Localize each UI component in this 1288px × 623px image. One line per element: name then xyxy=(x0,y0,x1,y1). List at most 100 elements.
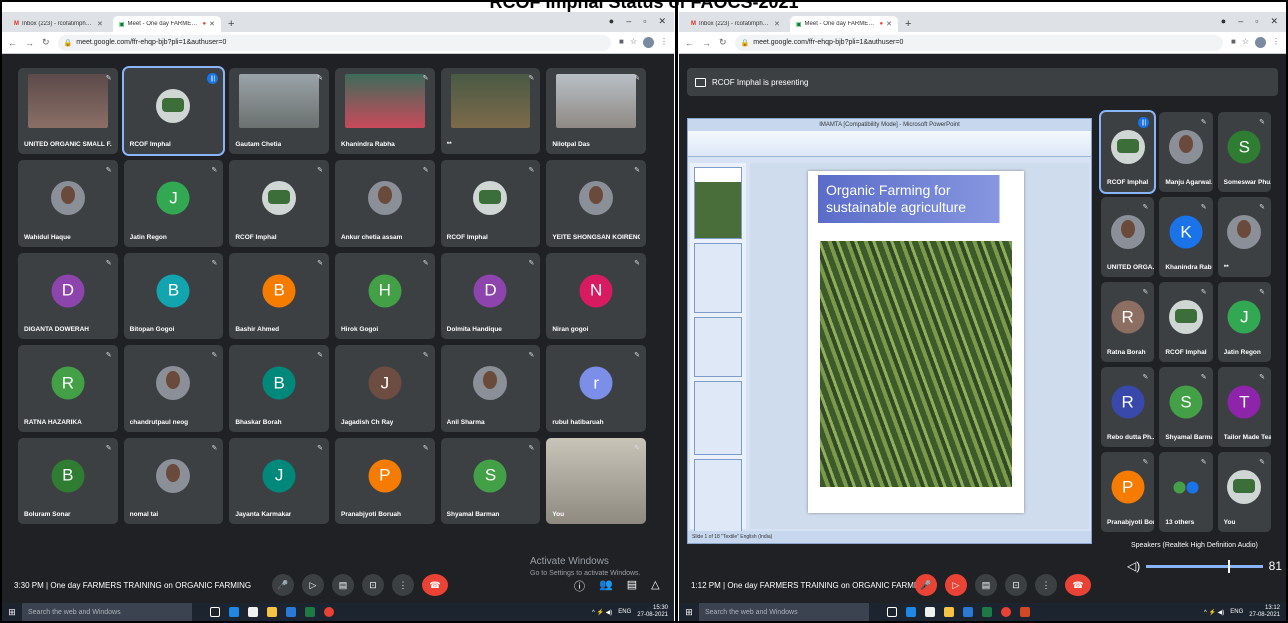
people-icon[interactable]: 👥 xyxy=(599,578,613,594)
participant-tile[interactable]: ✎ UNITED ORGANIC SMALL F... xyxy=(18,68,118,155)
participant-tile[interactable]: J ✎ Jatin Regon xyxy=(1217,282,1271,362)
participant-tile[interactable]: S ✎ Shyamal Barman xyxy=(1159,367,1213,447)
camera-button[interactable]: ▷ xyxy=(302,574,324,596)
participant-tile[interactable]: ✎ You xyxy=(546,437,646,524)
participant-tile[interactable]: ✎ RCOF Imphal xyxy=(229,160,329,247)
captions-button[interactable]: ▤ xyxy=(332,574,354,596)
maximize-icon[interactable]: ▫ xyxy=(1255,16,1258,27)
participant-tile[interactable]: ✎ ** xyxy=(440,68,541,155)
participant-tile[interactable]: ✎ Ankur chetia assam xyxy=(334,160,435,247)
participant-tile[interactable]: ||| RCOF Imphal xyxy=(1098,110,1157,194)
participant-tile[interactable]: B ✎ Boluram Sonar xyxy=(18,437,118,524)
participant-tile[interactable]: r ✎ rubul hatibaruah xyxy=(546,345,646,432)
participant-tile[interactable]: D ✎ Dolmita Handique xyxy=(440,252,541,340)
url-field[interactable]: 🔒 meet.google.com/ffr-ehqp-bjb?pli=1&auth… xyxy=(734,34,1223,51)
participant-tile[interactable]: ✎ Anil Sharma xyxy=(440,345,541,432)
mail-icon[interactable] xyxy=(963,607,973,617)
participant-tile[interactable]: S ✎ Someswar Phu... xyxy=(1217,112,1271,192)
reload-icon[interactable]: ↻ xyxy=(719,37,727,48)
store-icon[interactable] xyxy=(925,607,935,617)
participant-tile[interactable]: D ✎ DIGANTA DOWERAH xyxy=(18,252,118,340)
close-window-icon[interactable]: ✕ xyxy=(658,16,666,27)
avatar[interactable] xyxy=(1255,37,1266,48)
windows-start-icon[interactable]: ⊞ xyxy=(679,607,699,618)
clock[interactable]: 15:30 27-08-2021 xyxy=(637,605,668,619)
url-field[interactable]: 🔒 meet.google.com/ffr-ehqp-bjb?pli=1&auth… xyxy=(57,34,611,51)
back-icon[interactable]: ← xyxy=(685,38,694,48)
present-button[interactable]: ⊡ xyxy=(362,574,384,596)
maximize-icon[interactable]: ▫ xyxy=(643,16,646,27)
more-button[interactable]: ⋮ xyxy=(1035,574,1057,596)
participant-tile[interactable]: N ✎ Niran gogoi xyxy=(546,252,646,340)
participant-tile[interactable]: B ✎ Bashir Ahmed xyxy=(229,252,329,340)
participant-tile[interactable]: ✎ YEITE SHONGSAN KOIRENG xyxy=(546,160,646,247)
chrome-icon[interactable] xyxy=(324,607,334,617)
volume-slider[interactable] xyxy=(1146,559,1263,573)
camera-icon[interactable]: ■ xyxy=(1231,37,1236,48)
participant-tile[interactable]: R ✎ Ratna Borah xyxy=(1101,282,1155,362)
taskbar-search[interactable]: Search the web and Windows xyxy=(22,603,192,621)
language-indicator[interactable]: ENG xyxy=(1230,609,1243,615)
participant-tile[interactable]: ✎ nomal tai xyxy=(123,437,224,524)
participant-tile[interactable]: P ✎ Pranabjyoti Bor... xyxy=(1101,452,1155,532)
participant-tile[interactable]: ✎ chandrutpaul neog xyxy=(123,345,224,432)
participant-tile[interactable]: ✎ UNITED ORGA... xyxy=(1101,197,1155,277)
participant-tile[interactable]: B ✎ Bitopan Gogoi xyxy=(123,252,224,340)
present-button[interactable]: ⊡ xyxy=(1005,574,1027,596)
participant-tile[interactable]: ✎ RCOF Imphal xyxy=(440,160,541,247)
slide-thumbnail[interactable] xyxy=(694,317,742,377)
participant-tile[interactable]: J ✎ Jayanta Karmakar xyxy=(229,437,329,524)
minimize-icon[interactable]: – xyxy=(626,16,631,27)
participant-tile[interactable]: ✎ Nilotpal Das xyxy=(546,68,646,155)
participant-tile[interactable]: ✎ Khanindra Rabha xyxy=(334,68,435,155)
menu-icon[interactable]: ⋮ xyxy=(1272,37,1280,48)
participant-tile[interactable]: P ✎ Pranabjyoti Boruah xyxy=(334,437,435,524)
slide-thumbnail[interactable] xyxy=(694,381,742,455)
avatar[interactable] xyxy=(643,37,654,48)
windows-start-icon[interactable]: ⊞ xyxy=(2,607,22,618)
close-icon[interactable]: ✕ xyxy=(97,20,103,28)
participant-tile[interactable]: ✎ 13 others xyxy=(1159,452,1213,532)
ppt-ribbon[interactable] xyxy=(688,131,1091,157)
mic-off-button[interactable]: 🎤 xyxy=(915,574,937,596)
taskbar-search[interactable]: Search the web and Windows xyxy=(699,603,869,621)
chrome-icon[interactable] xyxy=(1001,607,1011,617)
participant-tile[interactable]: R ✎ Rebo dutta Ph... xyxy=(1101,367,1155,447)
language-indicator[interactable]: ENG xyxy=(618,609,631,615)
participant-tile[interactable]: ✎ Wahidul Haque xyxy=(18,160,118,247)
more-button[interactable]: ⋮ xyxy=(392,574,414,596)
powerpoint-icon[interactable] xyxy=(1020,607,1030,617)
reload-icon[interactable]: ↻ xyxy=(42,37,50,48)
store-icon[interactable] xyxy=(248,607,258,617)
leave-call-button[interactable]: ☎ xyxy=(422,574,448,596)
star-icon[interactable]: ☆ xyxy=(1242,37,1249,48)
excel-icon[interactable] xyxy=(305,607,315,617)
new-tab-icon[interactable]: + xyxy=(905,18,911,30)
speaker-icon[interactable]: ◁) xyxy=(1127,559,1140,573)
close-window-icon[interactable]: ✕ xyxy=(1270,16,1278,27)
participant-tile[interactable]: ✎ RCOF Imphal xyxy=(1159,282,1213,362)
slide-thumbnail[interactable] xyxy=(694,243,742,313)
minimize-icon[interactable]: – xyxy=(1238,16,1243,27)
task-view-icon[interactable] xyxy=(887,607,897,617)
tray-icons[interactable]: ^ ⚡ ◀) xyxy=(592,609,612,616)
participant-tile[interactable]: ✎ Gautam Chetia xyxy=(229,68,329,155)
captions-button[interactable]: ▤ xyxy=(975,574,997,596)
profile-icon[interactable]: ● xyxy=(1221,16,1226,27)
tab-meet[interactable]: ▣ Meet - One day FARMERS T ● ✕ xyxy=(112,16,222,32)
star-icon[interactable]: ☆ xyxy=(630,37,637,48)
activities-icon[interactable]: △ xyxy=(651,578,659,594)
tab-inbox[interactable]: MInbox (223) - rcofatimphal@gm✕ xyxy=(8,16,109,32)
participant-tile[interactable]: ✎ ** xyxy=(1217,197,1271,277)
forward-icon[interactable]: → xyxy=(25,38,34,48)
tab-inbox[interactable]: MInbox (223) - rcofatimphal@gm✕ xyxy=(685,16,786,32)
leave-call-button[interactable]: ☎ xyxy=(1065,574,1091,596)
new-tab-icon[interactable]: + xyxy=(228,18,234,30)
explorer-icon[interactable] xyxy=(267,607,277,617)
participant-tile[interactable]: K ✎ Khanindra Rabha xyxy=(1159,197,1213,277)
task-view-icon[interactable] xyxy=(210,607,220,617)
participant-tile[interactable]: S ✎ Shyamal Barman xyxy=(440,437,541,524)
close-icon[interactable]: ✕ xyxy=(886,20,892,28)
edge-icon[interactable] xyxy=(906,607,916,617)
slide-thumbnail[interactable] xyxy=(694,459,742,535)
